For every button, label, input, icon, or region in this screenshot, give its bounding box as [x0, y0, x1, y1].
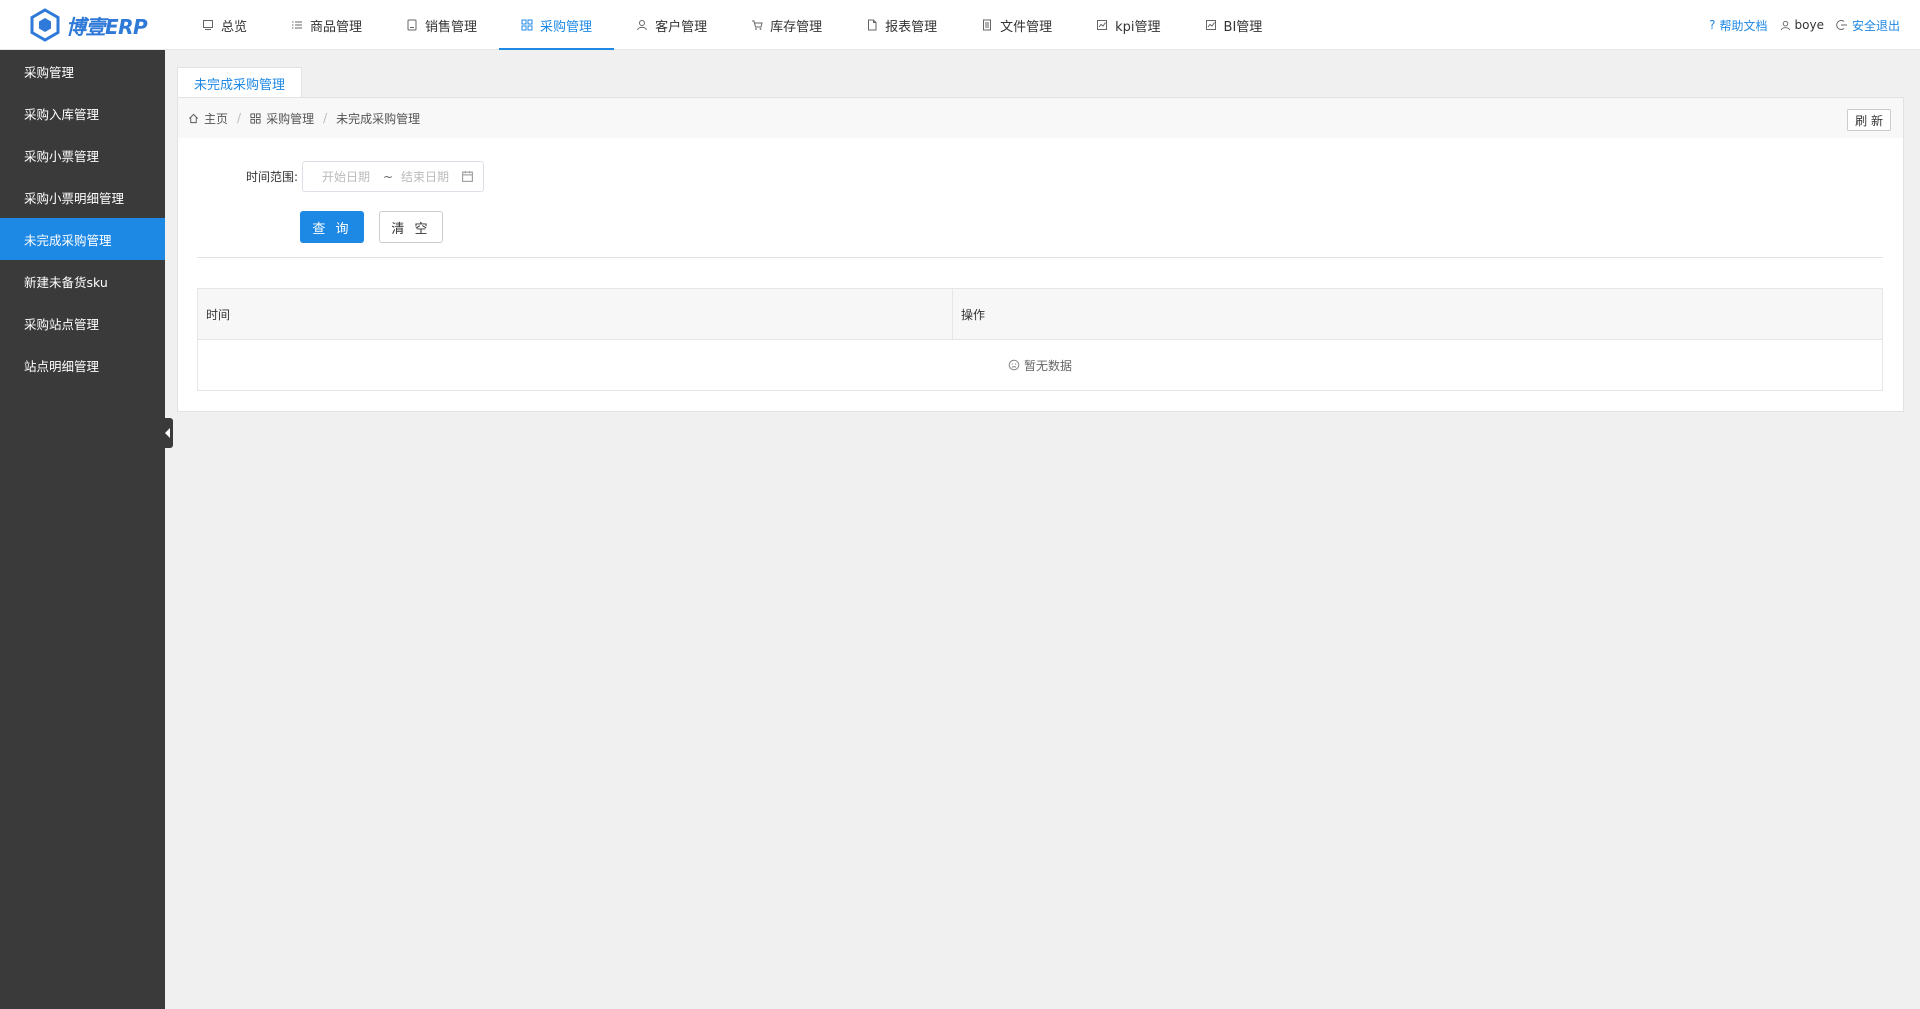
nav-label: 总览	[221, 19, 248, 35]
sidebar-item-unfinished-purchase[interactable]: 未完成采购管理	[0, 218, 165, 260]
grid-icon	[521, 19, 533, 31]
help-label: 帮助文档	[1719, 18, 1768, 33]
breadcrumb-separator: /	[323, 111, 328, 125]
monitor-icon	[202, 19, 214, 31]
sidebar-item-label: 采购入库管理	[24, 106, 100, 122]
nav-inventory[interactable]: 库存管理	[729, 0, 844, 50]
sidebar-item-purchase-receipt[interactable]: 采购小票管理	[0, 134, 165, 176]
content-panel: 主页 / 采购管理 / 未完成采购管理 刷 新 时间范围: 开始日期 ~ 结束日…	[177, 97, 1904, 412]
sidebar-item-purchase[interactable]: 采购管理	[0, 50, 165, 92]
breadcrumb-home-label: 主页	[204, 111, 229, 126]
nav-label: 采购管理	[540, 19, 593, 35]
header-actions: ? 帮助文档 boye 安全退出	[1709, 0, 1900, 50]
sidebar-item-receipt-detail[interactable]: 采购小票明细管理	[0, 176, 165, 218]
sidebar-item-label: 未完成采购管理	[24, 232, 112, 248]
results-table: 时间 操作 暂无数据	[197, 288, 1883, 391]
refresh-button[interactable]: 刷 新	[1847, 109, 1891, 131]
calendar-icon	[462, 171, 473, 182]
nav-kpi[interactable]: kpi管理	[1074, 0, 1182, 50]
nav-sales[interactable]: 销售管理	[384, 0, 499, 50]
breadcrumb-home[interactable]: 主页	[188, 110, 228, 127]
nav-label: 客户管理	[655, 19, 708, 35]
sidebar-item-label: 采购小票明细管理	[24, 190, 125, 206]
sidebar-item-new-sku[interactable]: 新建未备货sku	[0, 260, 165, 302]
sidebar-item-label: 站点明细管理	[24, 358, 100, 374]
logout-icon	[1836, 20, 1847, 30]
username: boye	[1794, 18, 1824, 32]
tab-unfinished-purchase[interactable]: 未完成采购管理	[177, 67, 303, 98]
question-icon: ?	[1709, 18, 1716, 32]
home-icon	[189, 113, 198, 123]
column-header-time[interactable]: 时间	[198, 289, 953, 339]
chart-icon	[1205, 19, 1217, 31]
file-icon	[866, 19, 878, 31]
nav-purchase[interactable]: 采购管理	[499, 0, 615, 50]
start-date-input[interactable]: 开始日期	[322, 168, 370, 185]
sidebar: 采购管理 采购入库管理 采购小票管理 采购小票明细管理 未完成采购管理 新建未备…	[0, 50, 165, 1009]
sidebar-item-purchase-inbound[interactable]: 采购入库管理	[0, 92, 165, 134]
sidebar-collapse-handle[interactable]	[162, 418, 173, 448]
date-range-picker[interactable]: 开始日期 ~ 结束日期	[302, 161, 484, 192]
nav-customers[interactable]: 客户管理	[614, 0, 729, 50]
tab-bar: 未完成采购管理	[177, 67, 303, 98]
nav-bi[interactable]: BI管理	[1183, 0, 1285, 50]
sidebar-item-label: 新建未备货sku	[24, 274, 108, 290]
column-header-actions: 操作	[961, 307, 986, 322]
date-range-separator: ~	[383, 169, 394, 184]
nav-label: 文件管理	[1000, 19, 1053, 35]
sidebar-item-label: 采购站点管理	[24, 316, 100, 332]
sidebar-item-purchase-site[interactable]: 采购站点管理	[0, 302, 165, 344]
empty-face-icon	[1008, 359, 1020, 371]
breadcrumb-current: 未完成采购管理	[336, 111, 421, 126]
nav-label: BI管理	[1223, 19, 1263, 35]
document-icon	[981, 19, 993, 31]
cart-icon	[751, 19, 763, 31]
breadcrumb-purchase-label: 采购管理	[266, 111, 315, 126]
table-header: 时间 操作	[198, 289, 1882, 340]
nav-label: 销售管理	[425, 19, 478, 35]
help-docs-link[interactable]: ? 帮助文档	[1709, 17, 1767, 34]
nav-overview[interactable]: 总览	[180, 0, 269, 50]
tablet-icon	[406, 19, 418, 31]
query-button[interactable]: 查 询	[300, 211, 364, 243]
logo[interactable]: 博壹ERP	[28, 6, 148, 44]
logo-icon	[30, 8, 60, 42]
nav-products[interactable]: 商品管理	[269, 0, 384, 50]
top-header: 博壹ERP 总览 商品管理 销售管理 采购管理 客户管理 库存管理 报表管理 文…	[0, 0, 1920, 50]
nav-label: 报表管理	[885, 19, 938, 35]
empty-state: 暂无数据	[198, 340, 1882, 390]
time-range-label: 时间范围:	[245, 169, 298, 184]
collapse-arrow-icon	[165, 428, 170, 438]
nav-label: 库存管理	[770, 19, 823, 35]
nav-files[interactable]: 文件管理	[959, 0, 1074, 50]
divider	[197, 257, 1883, 258]
sidebar-item-label: 采购小票管理	[24, 148, 100, 164]
empty-text: 暂无数据	[1023, 358, 1072, 373]
logout-link[interactable]: 安全退出	[1836, 17, 1900, 34]
nav-label: 商品管理	[310, 19, 363, 35]
end-date-input[interactable]: 结束日期	[401, 168, 449, 185]
user-icon	[636, 19, 648, 31]
grid-icon	[250, 112, 261, 124]
breadcrumb: 主页 / 采购管理 / 未完成采购管理 刷 新	[178, 98, 1903, 138]
logo-text: 博壹ERP	[66, 14, 148, 39]
nav-label: kpi管理	[1115, 19, 1161, 35]
chart-icon	[1096, 19, 1108, 31]
clear-button[interactable]: 清 空	[379, 211, 443, 243]
sidebar-item-label: 采购管理	[24, 64, 75, 80]
sidebar-item-site-detail[interactable]: 站点明细管理	[0, 344, 165, 386]
main-nav: 总览 商品管理 销售管理 采购管理 客户管理 库存管理 报表管理 文件管理 kp…	[180, 0, 1284, 50]
user-menu[interactable]: boye	[1780, 18, 1824, 32]
list-icon	[291, 19, 303, 31]
nav-reports[interactable]: 报表管理	[844, 0, 959, 50]
breadcrumb-purchase[interactable]: 采购管理	[250, 110, 314, 127]
breadcrumb-separator: /	[237, 111, 242, 125]
user-icon	[1780, 20, 1790, 30]
filter-form: 时间范围: 开始日期 ~ 结束日期	[178, 160, 1903, 192]
logout-label: 安全退出	[1851, 18, 1900, 33]
